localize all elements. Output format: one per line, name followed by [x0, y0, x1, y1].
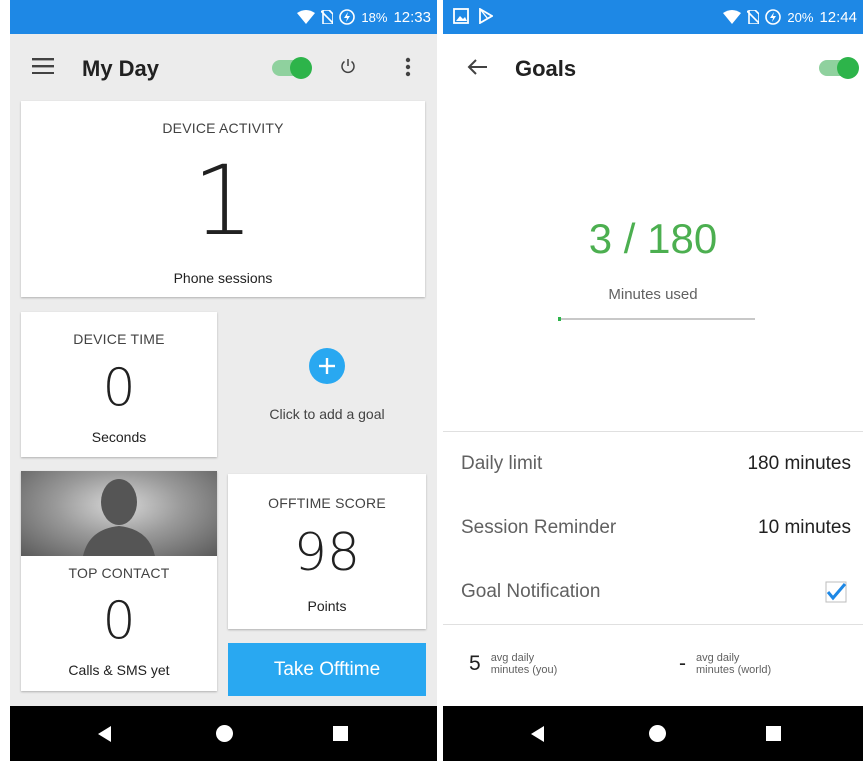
session-reminder-value: 10 minutes — [758, 517, 851, 538]
nav-bar — [443, 706, 863, 761]
daily-limit-label: Daily limit — [461, 453, 543, 474]
power-icon[interactable] — [340, 58, 356, 74]
device-time-caption: Seconds — [91, 429, 147, 445]
battery-charging-icon — [339, 9, 356, 25]
device-activity-title: DEVICE ACTIVITY — [162, 120, 284, 136]
play-store-icon — [479, 8, 493, 24]
menu-icon[interactable] — [32, 58, 54, 74]
nav-home-icon[interactable] — [649, 725, 666, 742]
device-activity-card[interactable]: DEVICE ACTIVITY 1 Phone sessions — [21, 101, 425, 297]
take-offtime-button[interactable]: Take Offtime — [228, 643, 426, 696]
stat-you-label: avg daily minutes (you) — [491, 652, 558, 676]
phone-sessions-caption: Phone sessions — [173, 270, 273, 286]
battery-percent: 20% — [787, 9, 814, 25]
stat-world: - avg daily minutes (world) — [679, 652, 771, 676]
nav-recents-icon[interactable] — [766, 726, 781, 741]
battery-charging-icon — [765, 9, 782, 25]
wifi-icon — [297, 10, 316, 24]
clock: 12:44 — [819, 8, 857, 26]
top-contact-value: 0 — [102, 591, 136, 651]
top-contact-caption: Calls & SMS yet — [68, 662, 170, 678]
stat-world-value: - — [679, 652, 686, 675]
minutes-used-value: 3 / 180 — [588, 215, 718, 262]
settings-divider-bottom — [443, 624, 863, 625]
page-title: My Day — [82, 56, 160, 81]
top-contact-title: TOP CONTACT — [68, 565, 170, 581]
stat-you-label-line2: minutes (you) — [490, 664, 558, 676]
stat-world-label: avg daily minutes (world) — [696, 652, 771, 676]
session-reminder-row[interactable]: Session Reminder 10 minutes — [443, 498, 863, 558]
toggle-knob — [837, 57, 859, 79]
nav-bar — [10, 706, 437, 761]
no-sim-icon — [321, 10, 334, 24]
status-bar: 20% 12:44 — [443, 0, 863, 34]
page-title: Goals — [515, 56, 577, 81]
daily-limit-row[interactable]: Daily limit 180 minutes — [443, 434, 863, 494]
daily-limit-value: 180 minutes — [747, 453, 851, 474]
device-time-title: DEVICE TIME — [73, 331, 165, 347]
nav-back-icon[interactable] — [98, 726, 111, 742]
phone-sessions-value: 1 — [192, 145, 254, 257]
add-goal-label: Click to add a goal — [269, 406, 385, 422]
my-day-screen: 18% 12:33 My Day DEVICE ACTIVITY 1 Phone… — [10, 0, 437, 761]
nav-recents-icon[interactable] — [333, 726, 348, 741]
app-bar: My Day — [10, 34, 437, 100]
offtime-score-caption: Points — [307, 598, 347, 614]
offtime-toggle[interactable] — [272, 57, 312, 79]
take-offtime-label: Take Offtime — [273, 658, 381, 680]
stat-you-label-line1: avg daily — [490, 652, 535, 664]
offtime-score-value: 98 — [293, 523, 361, 583]
device-time-card[interactable]: DEVICE TIME 0 Seconds — [21, 312, 217, 457]
top-contact-card[interactable]: TOP CONTACT 0 Calls & SMS yet — [21, 471, 217, 691]
contact-photo-placeholder — [21, 471, 217, 556]
usage-progress-fill — [558, 317, 561, 321]
usage-progress-bar — [558, 317, 755, 321]
toggle-knob — [290, 57, 312, 79]
session-reminder-label: Session Reminder — [461, 517, 617, 538]
clock: 12:33 — [393, 8, 431, 26]
person-silhouette-icon — [83, 479, 155, 556]
add-goal-area[interactable]: Click to add a goal — [228, 312, 426, 457]
goals-toggle[interactable] — [819, 57, 859, 79]
goal-notification-label: Goal Notification — [461, 581, 601, 602]
offtime-score-title: OFFTIME SCORE — [268, 495, 386, 511]
offtime-score-card[interactable]: OFFTIME SCORE 98 Points — [228, 474, 426, 629]
minutes-used-caption: Minutes used — [608, 286, 698, 303]
more-vert-icon[interactable] — [405, 57, 411, 77]
nav-home-icon[interactable] — [216, 725, 233, 742]
plus-icon[interactable] — [309, 348, 345, 384]
wifi-icon — [723, 10, 742, 24]
goals-screen: 20% 12:44 Goals 3 / 180 Minutes used Dai… — [443, 0, 863, 761]
app-bar: Goals — [443, 34, 863, 100]
device-time-value: 0 — [102, 358, 136, 418]
battery-percent: 18% — [361, 9, 388, 25]
no-sim-icon — [747, 10, 760, 24]
stat-world-label-line2: minutes (world) — [696, 664, 772, 676]
status-bar: 18% 12:33 — [10, 0, 437, 34]
back-arrow-icon[interactable] — [467, 58, 487, 76]
settings-divider-top — [443, 431, 863, 432]
stat-you: 5 avg daily minutes (you) — [469, 652, 557, 676]
nav-back-icon[interactable] — [531, 726, 544, 742]
stat-world-label-line1: avg daily — [696, 652, 740, 664]
checkbox-checked-icon[interactable] — [823, 579, 849, 605]
screen-gutter-left — [0, 0, 10, 761]
goal-notification-row[interactable]: Goal Notification — [443, 562, 863, 622]
stat-you-value: 5 — [469, 652, 481, 675]
image-icon — [453, 8, 469, 24]
